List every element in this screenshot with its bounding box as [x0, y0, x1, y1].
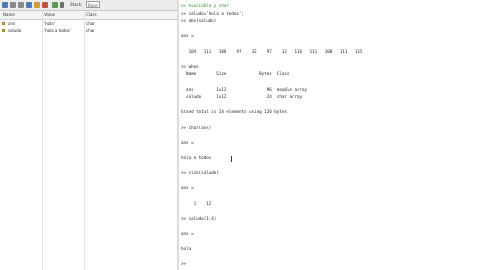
column-header-class[interactable]: Class	[86, 12, 97, 18]
open-variable-icon[interactable]	[10, 2, 16, 8]
command-line: hola a todos	[181, 155, 212, 160]
command-line: Grand total is 24 elements using 120 byt…	[181, 109, 287, 115]
command-line: >> size(saludo)	[181, 170, 219, 176]
plot-dropdown-icon[interactable]	[60, 2, 64, 8]
command-line: >> saludo(1:4)	[181, 215, 217, 221]
workspace-header: Name Value Class	[0, 11, 177, 20]
variable-value: 'hola'	[44, 21, 55, 26]
column-header-name[interactable]: Name	[3, 12, 15, 18]
stack-label: Stack:	[70, 2, 83, 7]
char-variable-icon	[2, 29, 5, 32]
text-cursor	[231, 156, 232, 162]
save-workspace-icon[interactable]	[26, 2, 32, 8]
variable-name: saludo	[8, 28, 22, 33]
new-variable-icon[interactable]	[2, 2, 8, 8]
column-header-value[interactable]: Value	[44, 12, 55, 18]
variable-class: char	[86, 21, 95, 26]
command-line: hola	[181, 246, 192, 252]
command-line: >> saludo='hola a todos';	[181, 10, 245, 16]
command-line: ans 1x12 96 double array	[181, 86, 308, 92]
plot-selection-icon[interactable]	[52, 2, 58, 8]
command-line: 1 12	[181, 200, 212, 206]
delete-variable-icon[interactable]	[42, 2, 48, 8]
command-line: >> char(ans)	[181, 124, 212, 130]
table-row[interactable]: saludo 'hola a todos' char	[0, 27, 177, 34]
command-line: >> abs(saludo)	[181, 18, 217, 24]
variable-value: 'hola a todos'	[44, 28, 71, 33]
stack-select[interactable]: Base	[86, 1, 100, 8]
char-variable-icon	[2, 22, 5, 25]
command-line: ans =	[181, 139, 194, 145]
command-line: saludo 1x12 24 char array	[181, 94, 303, 100]
command-line: >>	[181, 261, 187, 267]
command-line: Name Size Bytes Class	[181, 71, 290, 77]
import-data-icon[interactable]	[18, 2, 24, 8]
command-line: >> whos	[181, 63, 199, 69]
command-window[interactable]: >> %variable y char >> saludo='hola a tod…	[179, 0, 480, 270]
column-divider[interactable]	[84, 11, 85, 270]
command-line: ans =	[181, 33, 194, 39]
command-line: ans =	[181, 185, 194, 191]
command-line: >> %variable y char	[181, 3, 229, 8]
table-row[interactable]: ans 'hola' char	[0, 20, 177, 27]
matlab-window: Stack: Base Name Value Class ans 'hola' …	[0, 0, 480, 270]
workspace-toolbar: Stack: Base	[0, 0, 177, 11]
column-divider[interactable]	[42, 11, 43, 270]
print-icon[interactable]	[34, 2, 40, 8]
command-line: ans =	[181, 231, 194, 236]
variable-class: char	[86, 28, 95, 33]
workspace-panel: Stack: Base Name Value Class ans 'hola' …	[0, 0, 178, 270]
variable-name: ans	[8, 21, 16, 26]
command-line: 104 111 108 97 32 97 32 116 111 100 111 …	[181, 48, 363, 54]
